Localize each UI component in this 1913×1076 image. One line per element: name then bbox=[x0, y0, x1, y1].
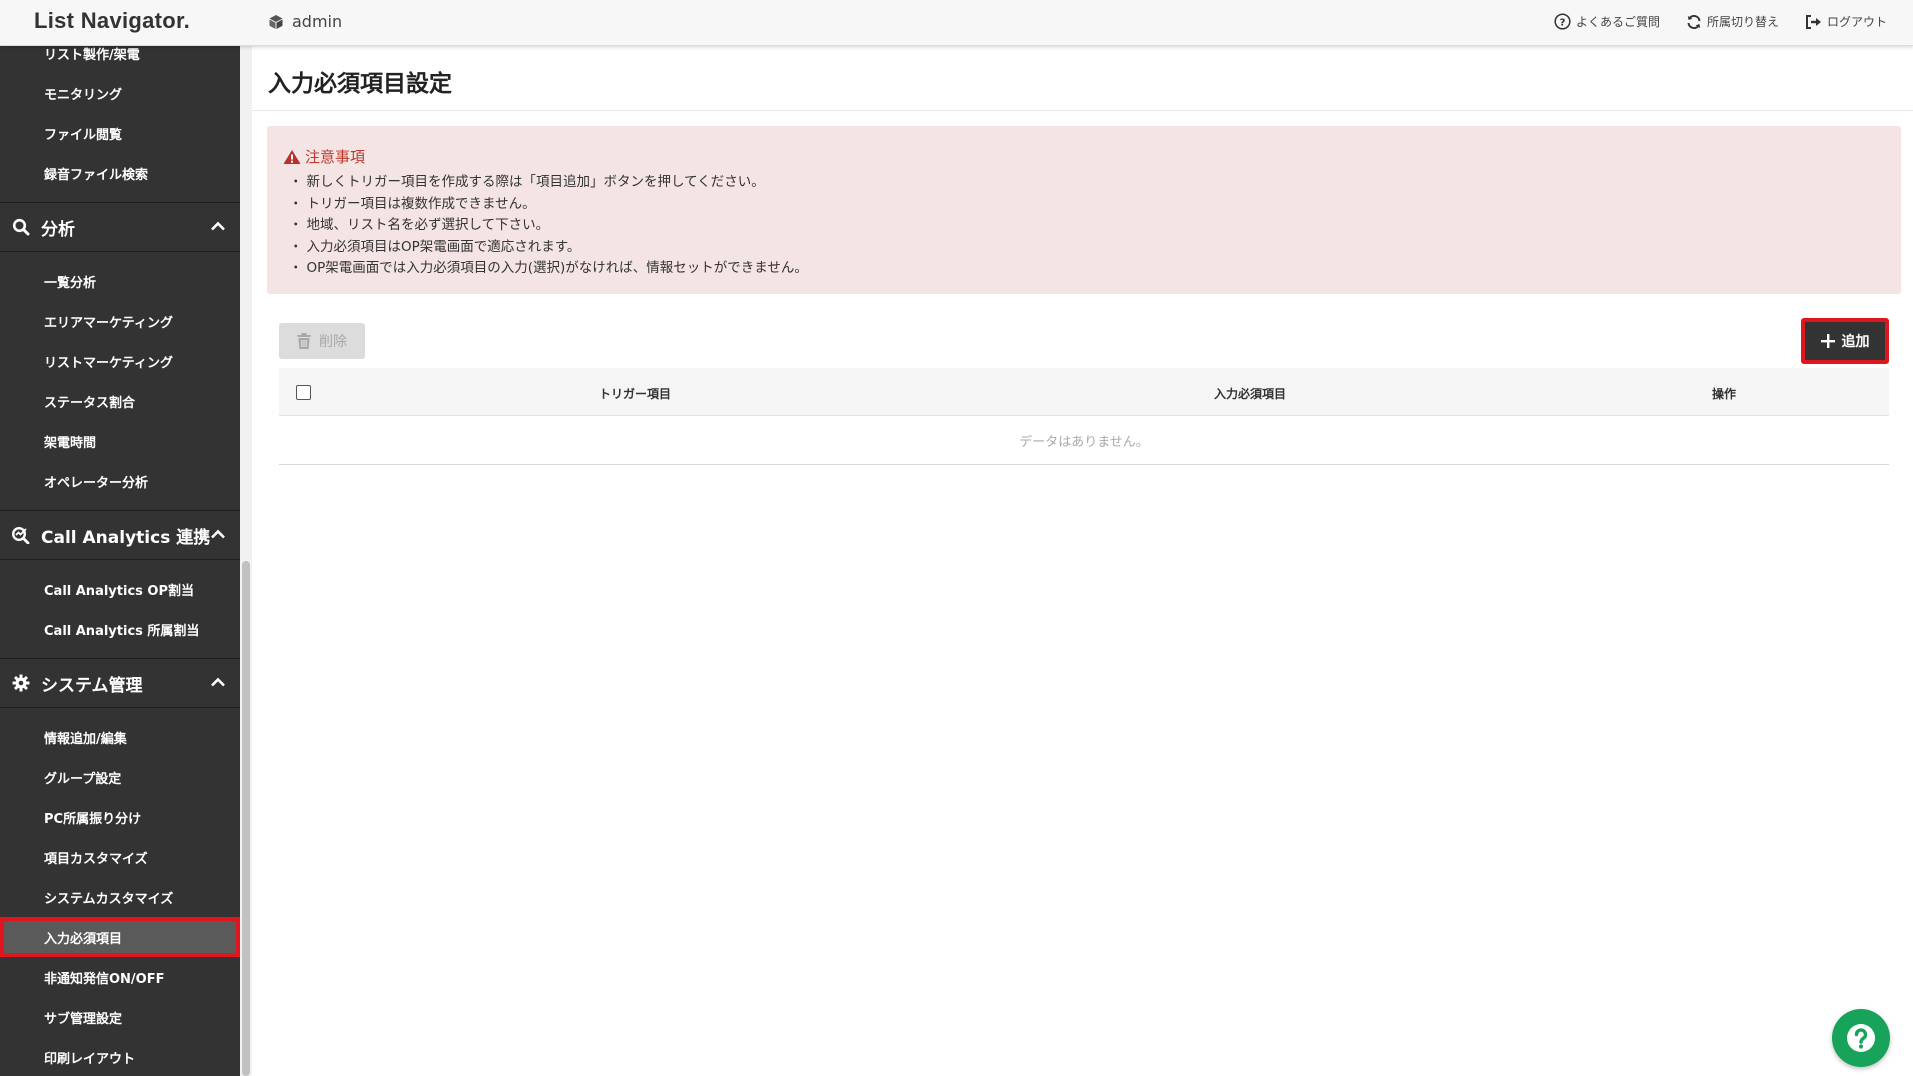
column-header-actions: 操作 bbox=[1712, 387, 1737, 401]
logout-link[interactable]: ログアウト bbox=[1805, 13, 1887, 30]
sidebar-item-hidden-caller-toggle[interactable]: 非通知発信ON/OFF bbox=[0, 957, 240, 997]
notice-title: 注意事項 bbox=[283, 146, 365, 167]
sidebar-item-monitoring[interactable]: モニタリング bbox=[0, 73, 240, 113]
add-button[interactable]: 追加 bbox=[1801, 318, 1889, 364]
warning-icon bbox=[283, 149, 301, 164]
top-header: List Navigator. admin ? よくあるご質問 所属切り替え ロ… bbox=[0, 0, 1913, 46]
sidebar-scrollbar[interactable] bbox=[240, 46, 252, 1076]
title-divider bbox=[252, 110, 1913, 111]
sidebar-item-required-fields[interactable]: 入力必須項目 bbox=[0, 917, 240, 957]
sidebar-item-field-customize[interactable]: 項目カスタマイズ bbox=[0, 837, 240, 877]
delete-button[interactable]: 削除 bbox=[279, 323, 365, 359]
sidebar-item-system-customize[interactable]: システムカスタマイズ bbox=[0, 877, 240, 917]
search-icon bbox=[12, 218, 30, 236]
sidebar-item-ca-op-assign[interactable]: Call Analytics OP割当 bbox=[0, 569, 240, 609]
sidebar-item-info-edit[interactable]: 情報追加/編集 bbox=[0, 717, 240, 757]
notice-item: 地域、リスト名を必ず選択して下さい。 bbox=[289, 215, 808, 237]
add-label: 追加 bbox=[1841, 334, 1870, 350]
sidebar-item-ca-affiliation-assign[interactable]: Call Analytics 所属割当 bbox=[0, 609, 240, 649]
sidebar-item-list-call[interactable]: リスト製作/架電 bbox=[0, 46, 240, 73]
svg-text:?: ? bbox=[1560, 17, 1566, 28]
plus-icon bbox=[1820, 334, 1835, 348]
sidebar-item-call-time[interactable]: 架電時間 bbox=[0, 421, 240, 461]
sidebar-group-label: 分析 bbox=[41, 219, 75, 240]
sidebar-item-operator-analysis[interactable]: オペレーター分析 bbox=[0, 461, 240, 501]
sidebar-item-group-settings[interactable]: グループ設定 bbox=[0, 757, 240, 797]
required-fields-table: トリガー項目 入力必須項目 操作 データはありません。 bbox=[279, 368, 1889, 465]
gear-icon bbox=[12, 674, 30, 692]
delete-label: 削除 bbox=[319, 334, 347, 350]
sidebar-item-overview-analysis[interactable]: 一覧分析 bbox=[0, 261, 240, 301]
sidebar: リスト製作/架電 モニタリング ファイル閲覧 録音ファイル検索 分析 一覧分析 … bbox=[0, 46, 240, 1076]
sidebar-group-label: Call Analytics 連携 bbox=[41, 527, 211, 548]
sidebar-group-call-analytics[interactable]: Call Analytics 連携 bbox=[0, 510, 240, 560]
notice-box: 注意事項 新しくトリガー項目を作成する際は「項目追加」ボタンを押してください。 … bbox=[267, 126, 1901, 294]
table-header: トリガー項目 入力必須項目 操作 bbox=[279, 368, 1889, 416]
page-title: 入力必須項目設定 bbox=[268, 71, 452, 97]
sidebar-item-area-marketing[interactable]: エリアマーケティング bbox=[0, 301, 240, 341]
sidebar-item-sub-admin[interactable]: サブ管理設定 bbox=[0, 997, 240, 1037]
sidebar-item-file-browse[interactable]: ファイル閲覧 bbox=[0, 113, 240, 153]
chevron-up-icon bbox=[211, 221, 225, 231]
notice-list: 新しくトリガー項目を作成する際は「項目追加」ボタンを押してください。 トリガー項… bbox=[289, 172, 808, 280]
notice-item: OP架電画面では入力必須項目の入力(選択)がなければ、情報セットができません。 bbox=[289, 258, 808, 280]
logout-icon bbox=[1805, 14, 1821, 29]
chevron-up-icon bbox=[211, 677, 225, 687]
switch-affiliation-label: 所属切り替え bbox=[1706, 15, 1779, 29]
sidebar-item-list-marketing[interactable]: リストマーケティング bbox=[0, 341, 240, 381]
scrollbar-thumb[interactable] bbox=[242, 561, 250, 1076]
faq-label: よくあるご質問 bbox=[1575, 15, 1660, 29]
analytics-icon bbox=[11, 526, 30, 544]
trash-icon bbox=[297, 333, 311, 349]
app-logo[interactable]: List Navigator. bbox=[34, 8, 190, 34]
notice-item: 入力必須項目はOP架電画面で適応されます。 bbox=[289, 237, 808, 259]
faq-link[interactable]: ? よくあるご質問 bbox=[1554, 13, 1660, 30]
sidebar-item-print-layout[interactable]: 印刷レイアウト bbox=[0, 1037, 240, 1076]
sidebar-group-system-admin[interactable]: システム管理 bbox=[0, 658, 240, 708]
question-circle-icon bbox=[1847, 1024, 1875, 1052]
sidebar-item-recording-search[interactable]: 録音ファイル検索 bbox=[0, 153, 240, 193]
cube-icon bbox=[269, 14, 283, 29]
question-circle-icon: ? bbox=[1554, 13, 1571, 30]
sidebar-group-analysis[interactable]: 分析 bbox=[0, 202, 240, 252]
user-indicator: admin bbox=[268, 12, 342, 31]
chevron-up-icon bbox=[211, 529, 225, 539]
notice-item: 新しくトリガー項目を作成する際は「項目追加」ボタンを押してください。 bbox=[289, 172, 808, 194]
sidebar-group-label: システム管理 bbox=[41, 675, 143, 696]
refresh-icon bbox=[1687, 14, 1701, 29]
sidebar-item-pc-affiliation[interactable]: PC所属振り分け bbox=[0, 797, 240, 837]
table-empty-row: データはありません。 bbox=[279, 416, 1889, 465]
notice-item: トリガー項目は複数作成できません。 bbox=[289, 194, 808, 216]
user-name: admin bbox=[292, 12, 343, 31]
help-chat-button[interactable] bbox=[1832, 1009, 1890, 1067]
select-all-checkbox[interactable] bbox=[296, 385, 311, 400]
column-header-trigger: トリガー項目 bbox=[599, 387, 672, 401]
switch-affiliation-link[interactable]: 所属切り替え bbox=[1686, 13, 1779, 30]
sidebar-item-status-ratio[interactable]: ステータス割合 bbox=[0, 381, 240, 421]
column-header-required: 入力必須項目 bbox=[1214, 387, 1287, 401]
notice-title-text: 注意事項 bbox=[305, 148, 366, 166]
logout-label: ログアウト bbox=[1826, 15, 1887, 29]
